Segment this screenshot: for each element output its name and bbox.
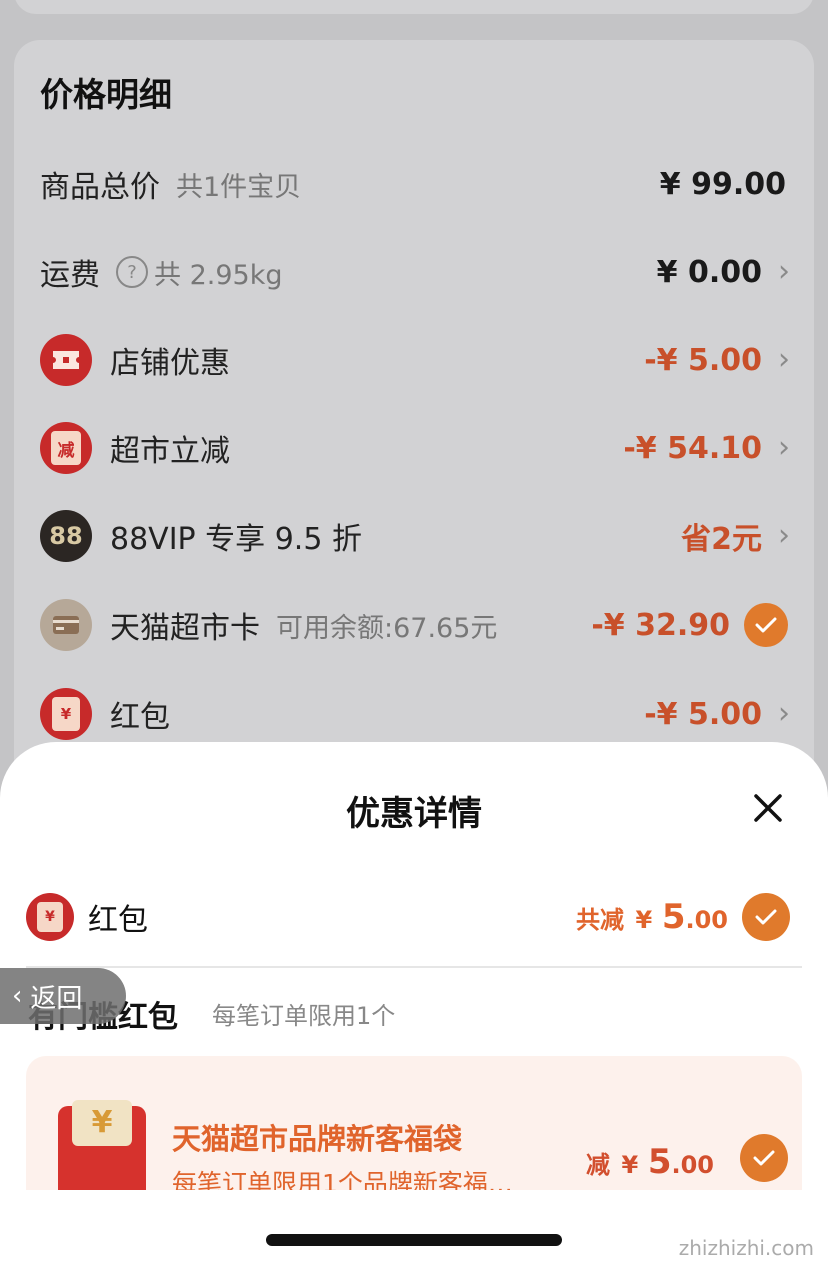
coupon-amount: 减 ¥ 5.00 [586,1142,714,1182]
chevron-right-icon: › [778,518,790,553]
section-label: 红包 [88,903,148,938]
red-packet-icon: ¥ [26,893,74,941]
coupon-card[interactable]: ¥ 天猫超市品牌新客福袋 每笔订单限用1个品牌新客福… 减 ¥ 5.00 [26,1056,802,1190]
check-circle-icon[interactable] [740,1134,788,1182]
red-packet-section: ¥ 红包 共减 ¥ 5.00 [26,890,790,944]
row-label: 店铺优惠 [110,346,230,381]
row-market-reduce[interactable]: 减 超市立减 -¥ 54.10 › [40,418,790,478]
reduce-badge-text: 减 [51,431,81,465]
coupon-dec: .00 [671,1151,714,1179]
reduce-badge-icon: 减 [40,422,92,474]
row-label: 商品总价 [40,170,160,205]
row-amount: -¥ 54.10 [623,430,762,466]
price-detail-title: 价格明细 [40,75,172,114]
total-dec: .00 [685,906,728,934]
total-prefix: 共减 [575,906,624,934]
threshold-sub: 每笔订单限用1个 [212,1002,396,1030]
coupon-red-packet-icon: ¥ [58,1100,146,1190]
row-item-total: 商品总价 共1件宝贝 ¥ 99.00 [40,154,790,214]
row-amount: -¥ 32.90 [591,607,730,643]
row-shipping[interactable]: 运费 ? 共 2.95kg ¥ 0.00 › [40,242,790,302]
total-int: 5 [661,897,686,937]
vip88-text: 88 [49,522,83,550]
row-supermarket-card[interactable]: 天猫超市卡 可用余额:67.65元 -¥ 32.90 [40,595,790,655]
watermark-domain: zhizhizhi.com [678,1236,814,1260]
row-label: 红包 [110,700,170,735]
chevron-right-icon: › [778,342,790,377]
row-amount: 省2元 [681,522,762,557]
row-88vip[interactable]: 88 88VIP 专享 9.5 折 省2元 › [40,506,790,566]
coupon-prefix: 减 [585,1151,610,1179]
divider [26,966,802,968]
red-packet-yen: ¥ [37,902,63,932]
chevron-right-icon: › [778,254,790,289]
close-icon[interactable] [748,788,788,828]
row-label: 超市立减 [110,434,230,469]
coupon-currency: ¥ [621,1151,639,1179]
row-amount: -¥ 5.00 [644,342,762,378]
previous-card-edge [14,0,814,14]
row-amount: -¥ 5.00 [644,696,762,732]
question-icon[interactable]: ? [116,256,148,288]
chevron-right-icon: › [778,696,790,731]
row-label: 天猫超市卡 [110,611,260,646]
chevron-left-icon: ‹ [12,981,23,1011]
red-packet-icon: ¥ [40,688,92,740]
row-label: 运费 [40,258,100,293]
row-sub: 可用余额:67.65元 [276,612,498,644]
row-store-discount[interactable]: 店铺优惠 -¥ 5.00 › [40,330,790,390]
row-red-packet[interactable]: ¥ 红包 -¥ 5.00 › [40,684,790,744]
sheet-title: 优惠详情 [346,794,482,834]
check-circle-icon[interactable] [744,603,788,647]
chevron-right-icon: › [778,430,790,465]
card-icon [40,599,92,651]
red-packet-yen: ¥ [52,697,80,731]
check-circle-icon[interactable] [742,893,790,941]
ticket-icon [40,334,92,386]
coupon-title: 天猫超市品牌新客福袋 [172,1122,463,1156]
row-amount: ¥ 99.00 [659,166,786,202]
row-amount: ¥ 0.00 [656,254,762,290]
home-indicator[interactable] [266,1234,562,1246]
coupon-int: 5 [647,1142,672,1182]
coupon-desc: 每笔订单限用1个品牌新客福… [172,1169,513,1190]
row-sub: 共1件宝贝 [176,171,302,203]
back-button[interactable]: ‹ 返回 [0,968,126,1024]
section-total: 共减 ¥ 5.00 [576,897,728,937]
coupon-yen: ¥ [72,1100,132,1146]
vip88-icon: 88 [40,510,92,562]
row-sub: 共 2.95kg [154,259,283,291]
row-label: 88VIP 专享 9.5 折 [110,522,362,557]
back-label: 返回 [30,983,83,1014]
total-currency: ¥ [635,906,653,934]
